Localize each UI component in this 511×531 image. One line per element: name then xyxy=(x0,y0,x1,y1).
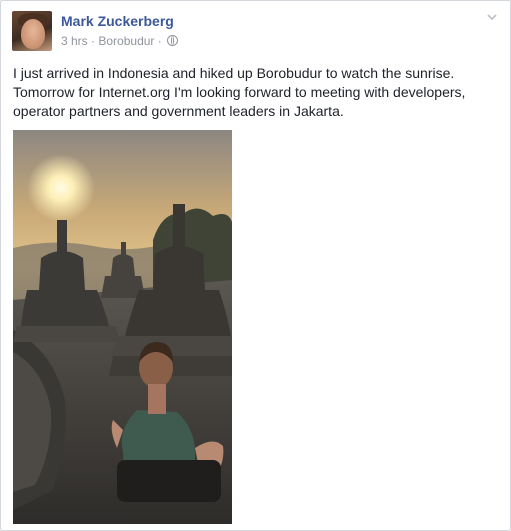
post-location[interactable]: Borobudur xyxy=(98,34,154,48)
post-time[interactable]: 3 hrs xyxy=(61,34,88,48)
post-text: I just arrived in Indonesia and hiked up… xyxy=(13,65,466,119)
post-photo[interactable] xyxy=(13,130,232,524)
photo-sun xyxy=(27,154,95,222)
avatar-face xyxy=(21,19,45,49)
meta-separator: · xyxy=(91,34,96,48)
meta-separator-2: · xyxy=(157,34,162,48)
post-card: Mark Zuckerberg 3 hrs · Borobudur · I ju… xyxy=(0,0,511,531)
author-name[interactable]: Mark Zuckerberg xyxy=(61,13,174,29)
post-meta: 3 hrs · Borobudur · xyxy=(61,34,179,48)
chevron-down-icon[interactable] xyxy=(486,11,498,23)
globe-icon[interactable] xyxy=(167,35,179,46)
avatar[interactable] xyxy=(12,11,52,51)
